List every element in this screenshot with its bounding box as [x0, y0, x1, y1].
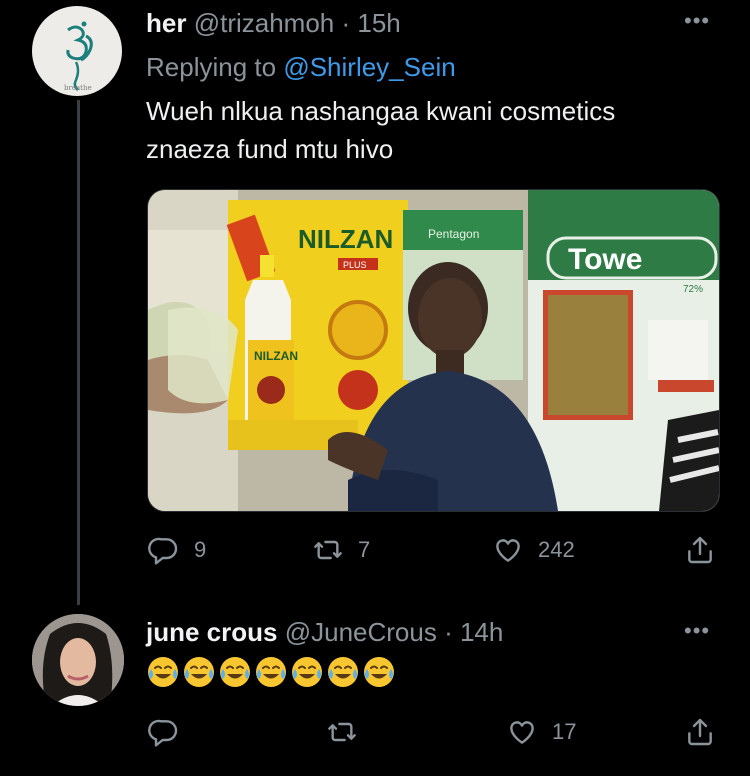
- more-icon[interactable]: •••: [684, 618, 710, 644]
- tweet-text-line: Wueh nlkua nashangaa kwani cosmetics: [146, 96, 616, 126]
- reply-count: 9: [194, 537, 207, 562]
- share-button[interactable]: [684, 716, 716, 748]
- replying-prefix: Replying to: [146, 52, 277, 82]
- retweet-button[interactable]: [326, 716, 358, 748]
- profile-photo: [32, 614, 124, 706]
- tears-of-joy-emoji-icon: [256, 657, 286, 687]
- timestamp[interactable]: · 15h: [342, 8, 401, 38]
- reply-button[interactable]: 9: [148, 534, 206, 566]
- like-count: 17: [552, 719, 577, 744]
- tears-of-joy-emoji-icon: [184, 657, 214, 687]
- share-icon: [688, 718, 712, 746]
- tweet-header: june crous @JuneCrous · 14h: [146, 617, 503, 647]
- avatar-trizahmoh[interactable]: breathe: [32, 6, 122, 96]
- like-icon: [510, 721, 534, 744]
- user-handle[interactable]: @trizahmoh: [194, 8, 335, 38]
- reply-button[interactable]: [148, 716, 180, 748]
- display-name[interactable]: her: [146, 8, 186, 38]
- pentagon-brand-text: Pentagon: [428, 227, 479, 241]
- tears-of-joy-emoji-icon: [220, 657, 250, 687]
- like-button[interactable]: 242: [492, 534, 575, 566]
- tweet-actions: 17: [146, 716, 726, 756]
- tower-brand-text: Towe: [568, 243, 642, 276]
- replying-to: Replying to @Shirley_Sein: [146, 52, 456, 82]
- avatar-caption: breathe: [64, 84, 92, 92]
- tears-of-joy-emoji-icon: [148, 657, 178, 687]
- like-icon: [496, 539, 520, 562]
- tears-of-joy-emoji-icon: [292, 657, 322, 687]
- thread-connector-line: [77, 100, 80, 605]
- reply-icon: [148, 537, 178, 565]
- om-logo-icon: [66, 21, 93, 91]
- tears-of-joy-emoji-icon: [328, 657, 358, 687]
- like-count: 242: [538, 537, 575, 562]
- share-icon: [688, 536, 712, 564]
- nilzan-brand-text: NILZAN: [298, 224, 393, 254]
- replying-handle-link[interactable]: @Shirley_Sein: [283, 52, 455, 82]
- bottle-label-text: NILZAN: [254, 349, 298, 363]
- nilzan-plus-text: PLUS: [343, 260, 367, 270]
- more-icon[interactable]: •••: [684, 8, 710, 34]
- timestamp[interactable]: · 14h: [444, 617, 503, 647]
- reply-icon: [148, 719, 178, 747]
- tweet-media-image[interactable]: NILZAN PLUS NILZAN Pentagon Towe 72%: [147, 189, 720, 512]
- tweet-actions: 9 7 242: [146, 534, 726, 574]
- tweet-text-line: znaeza fund mtu hivo: [146, 134, 394, 164]
- retweet-icon: [328, 722, 356, 742]
- display-name[interactable]: june crous: [146, 617, 277, 647]
- tweet-emoji-text: 😂😂😂😂😂😂😂 (function(){ var row = document.…: [146, 655, 396, 689]
- retweet-button[interactable]: 7: [312, 534, 370, 566]
- tweet-header: her @trizahmoh · 15h: [146, 8, 401, 38]
- shop-photo: NILZAN PLUS NILZAN Pentagon Towe 72%: [148, 190, 719, 511]
- like-button[interactable]: 17: [506, 716, 576, 748]
- tweet-body: Wueh nlkua nashangaa kwani cosmetics zna…: [146, 92, 726, 168]
- tower-pct-text: 72%: [683, 284, 703, 295]
- tears-of-joy-emoji-icon: [364, 657, 394, 687]
- share-button[interactable]: [684, 534, 716, 566]
- avatar-junecrous[interactable]: [32, 614, 124, 706]
- user-handle[interactable]: @JuneCrous: [285, 617, 437, 647]
- retweet-icon: [314, 540, 342, 560]
- retweet-count: 7: [358, 537, 371, 562]
